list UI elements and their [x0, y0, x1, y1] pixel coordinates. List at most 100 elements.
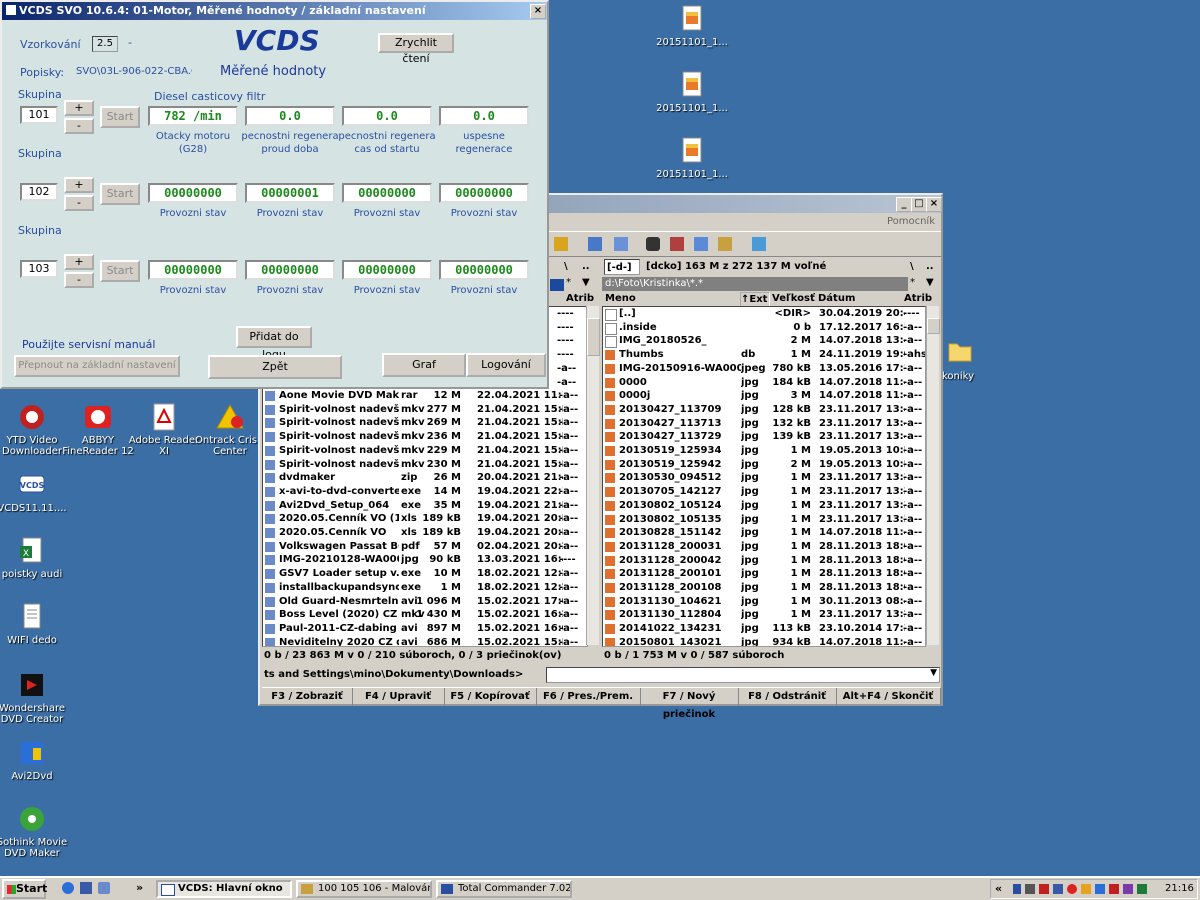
graf-button[interactable]: Graf — [382, 353, 466, 377]
table-row[interactable]: Spirit-volnost nadevše ...mkv236 M21.04.… — [263, 430, 585, 444]
table-row[interactable]: GSV7 Loader setup v... exe 10 M 18.02.2021 … — [263, 567, 585, 581]
group-plus-button[interactable]: + — [64, 100, 94, 116]
desktop-icon-wondershare[interactable]: Wondershare DVD Creator — [0, 670, 70, 725]
command-dropdown-icon[interactable]: ▼ — [930, 668, 937, 678]
left-col-atrib[interactable]: Atrib — [566, 293, 594, 304]
col-atrib[interactable]: Atrib — [904, 292, 932, 306]
search-icon[interactable] — [646, 237, 660, 251]
group-start-button[interactable]: Start — [100, 260, 140, 282]
sync-icon[interactable] — [694, 237, 708, 251]
task-total-commander[interactable]: Total Commander 7.02a ... — [436, 880, 572, 898]
close-button[interactable]: × — [926, 197, 942, 212]
col-datum[interactable]: Dátum — [818, 292, 855, 306]
table-row[interactable]: 20131130_104621jpg1 M30.11.2013 08:46-a-… — [603, 595, 923, 609]
table-row[interactable]: Neviditelny 2020 CZ d...avi686 M15.02.20… — [263, 636, 585, 646]
table-row[interactable]: 20131128_200042jpg1 M28.11.2013 18:00-a-… — [603, 554, 923, 568]
table-row[interactable]: 2020.05.Cenník VO (1) xls 189 kB 19.04.2021… — [263, 512, 585, 526]
table-row[interactable]: 20141022_134231jpg113 kB23.10.2014 17:38… — [603, 622, 923, 636]
table-row[interactable]: Thumbsdb1 M24.11.2019 19:06-ahs — [603, 348, 925, 362]
right-scrollbar[interactable] — [926, 306, 940, 645]
function-key-button[interactable]: F5 / Kopírovať — [444, 688, 537, 706]
table-row[interactable]: IMG_20180526_ 2 M 14.07.2018 13:47-a-- — [603, 334, 923, 349]
table-row[interactable]: installbackupandsync exe 1 M 18.02.2021 12:… — [263, 581, 585, 595]
minimize-button[interactable]: _ — [896, 197, 912, 212]
table-row[interactable]: 20130427_113713jpg132 kB23.11.2017 13:49… — [603, 417, 923, 431]
table-row[interactable]: 20131130_112804jpg1 M23.11.2017 13:27-a-… — [603, 608, 923, 622]
zpet-button[interactable]: Zpět — [208, 355, 342, 379]
right-filter-star[interactable]: * — [910, 277, 915, 288]
function-key-button[interactable]: F3 / Zobraziť — [262, 688, 353, 706]
tray-icon-9[interactable] — [1123, 884, 1133, 894]
table-row[interactable]: 20130427_113709jpg128 kB23.11.2017 13:49… — [603, 403, 923, 417]
table-row[interactable]: IMG-20150916-WA0000 jpeg 780 kB 13.05.2016 … — [603, 362, 923, 376]
table-row[interactable]: x-avi-to-dvd-converter exe 14 M 19.04.2021 … — [263, 485, 585, 499]
left-drive-up[interactable]: .. — [582, 261, 590, 272]
function-key-button[interactable]: F8 / Odstrániť — [738, 688, 837, 706]
desktop-icon-wifi-dedo[interactable]: WIFI dedo — [0, 602, 70, 646]
table-row[interactable]: Paul-2011-CZ-dabing avi 897 M 15.02.2021 16… — [263, 622, 585, 636]
group-number-input[interactable]: 103 — [20, 260, 58, 278]
table-row[interactable]: 20130519_125942jpg2 M19.05.2013 10:59-a-… — [603, 458, 923, 472]
table-row[interactable]: .inside 0 b 17.12.2017 16:17-a-- — [603, 321, 923, 335]
desktop-file-icon-2[interactable]: 20151101_1... — [654, 70, 730, 114]
table-row[interactable]: 0000jpg184 kB14.07.2018 11:48-a-- — [603, 376, 923, 390]
table-row[interactable]: 20131128_200101jpg1 M28.11.2013 18:01-a-… — [603, 567, 923, 581]
group-number-input[interactable]: 102 — [20, 183, 58, 201]
table-row[interactable]: 2020.05.Cenník VO xls 189 kB 19.04.2021 20:… — [263, 526, 585, 540]
table-row[interactable]: Spirit-volnost nadevše ...mkv269 M21.04.… — [263, 416, 585, 430]
menu-pomocnik[interactable]: Pomocník — [887, 216, 935, 227]
tray-icon-8[interactable] — [1109, 884, 1119, 894]
zrychlit-button[interactable]: Zrychlit čtení — [378, 33, 454, 65]
group-plus-button[interactable]: + — [64, 177, 94, 193]
table-row[interactable]: Spirit-volnost nadevše ...mkv229 M21.04.… — [263, 444, 585, 458]
maximize-button[interactable]: □ — [911, 197, 927, 212]
table-row[interactable]: Spirit-volnost nadevše ...mkv230 M21.04.… — [263, 458, 585, 472]
command-line-input[interactable]: ▼ — [546, 667, 940, 683]
right-scrollbar-thumb[interactable] — [927, 318, 940, 334]
tray-icon-10[interactable] — [1137, 884, 1147, 894]
table-row[interactable]: 20130802_105135jpg1 M23.11.2017 13:34-a-… — [603, 513, 923, 527]
right-drive-select[interactable]: [-d-] — [604, 259, 640, 275]
function-key-button[interactable]: F6 / Pres./Prem. — [536, 688, 641, 706]
group-number-input[interactable]: 101 — [20, 106, 58, 124]
tray-icon-1[interactable] — [1013, 884, 1021, 894]
tray-icon-6[interactable] — [1081, 884, 1091, 894]
desktop-icon-abbyy[interactable]: ABBYY FineReader 12 — [60, 402, 136, 457]
table-row[interactable]: Aone Movie DVD Mak... rar 12 M 22.04.2021 1… — [263, 389, 585, 403]
rename-icon[interactable] — [670, 237, 684, 251]
desktop-icon-avi2dvd[interactable]: Avi2Dvd — [0, 738, 70, 782]
prepnout-zakladni-button[interactable]: Přepnout na základní nastavení — [14, 355, 180, 377]
group-minus-button[interactable]: - — [64, 195, 94, 211]
group-start-button[interactable]: Start — [100, 183, 140, 205]
desktop-file-icon-1[interactable]: 20151101_1... — [654, 4, 730, 48]
logovani-button[interactable]: Logování — [466, 353, 546, 377]
col-meno[interactable]: Meno — [605, 292, 636, 306]
tray-icon-7[interactable] — [1095, 884, 1105, 894]
function-key-button[interactable]: Alt+F4 / Skončiť — [836, 688, 941, 706]
left-scrollbar[interactable] — [586, 306, 600, 645]
pridat-do-logu-button[interactable]: Přidat do logu — [236, 326, 312, 361]
group-start-button[interactable]: Start — [100, 106, 140, 128]
compare-icon[interactable] — [718, 237, 732, 251]
table-row[interactable]: 20130828_151142jpg1 M14.07.2018 11:48-a-… — [603, 526, 923, 540]
desktop-icon-vcds[interactable]: VCDS VCDS11.11.... — [0, 470, 70, 514]
table-row[interactable]: 0000jjpg3 M14.07.2018 11:47-a-- — [603, 389, 923, 403]
table-row[interactable]: dvdmakerzip26 M20.04.2021 21:41-a-- — [263, 471, 585, 485]
task-paint[interactable]: 100 105 106 - Malování — [296, 880, 432, 898]
table-row[interactable]: 20130530_094512jpg1 M23.11.2017 13:33-a-… — [603, 471, 923, 485]
table-row[interactable]: 20130427_113729jpg139 kB23.11.2017 13:48… — [603, 430, 923, 444]
left-history-dropdown[interactable]: ▼ — [582, 277, 590, 288]
right-drive-back[interactable]: \ — [910, 261, 914, 272]
table-row[interactable]: [..] <DIR> 30.04.2019 20:40---- — [603, 307, 923, 321]
function-key-button[interactable]: F7 / Nový priečinok — [640, 688, 739, 720]
start-button[interactable]: Start — [2, 879, 47, 899]
left-drive-back[interactable]: \ — [564, 261, 568, 272]
close-button[interactable]: × — [530, 4, 546, 19]
ftp-icon[interactable] — [588, 237, 602, 251]
right-file-panel[interactable]: [..] <DIR> 30.04.2019 20:40---- .inside 0 b 1… — [602, 306, 926, 647]
ie-icon[interactable] — [62, 882, 74, 894]
save-quicklaunch-icon[interactable] — [80, 882, 92, 894]
desktop-icon-ontrack[interactable]: Ontrack Crisis Center — [192, 402, 268, 457]
table-row[interactable]: Avi2Dvd_Setup_064exe35 M19.04.2021 21:50… — [263, 499, 585, 513]
right-drive-up[interactable]: .. — [926, 261, 934, 272]
